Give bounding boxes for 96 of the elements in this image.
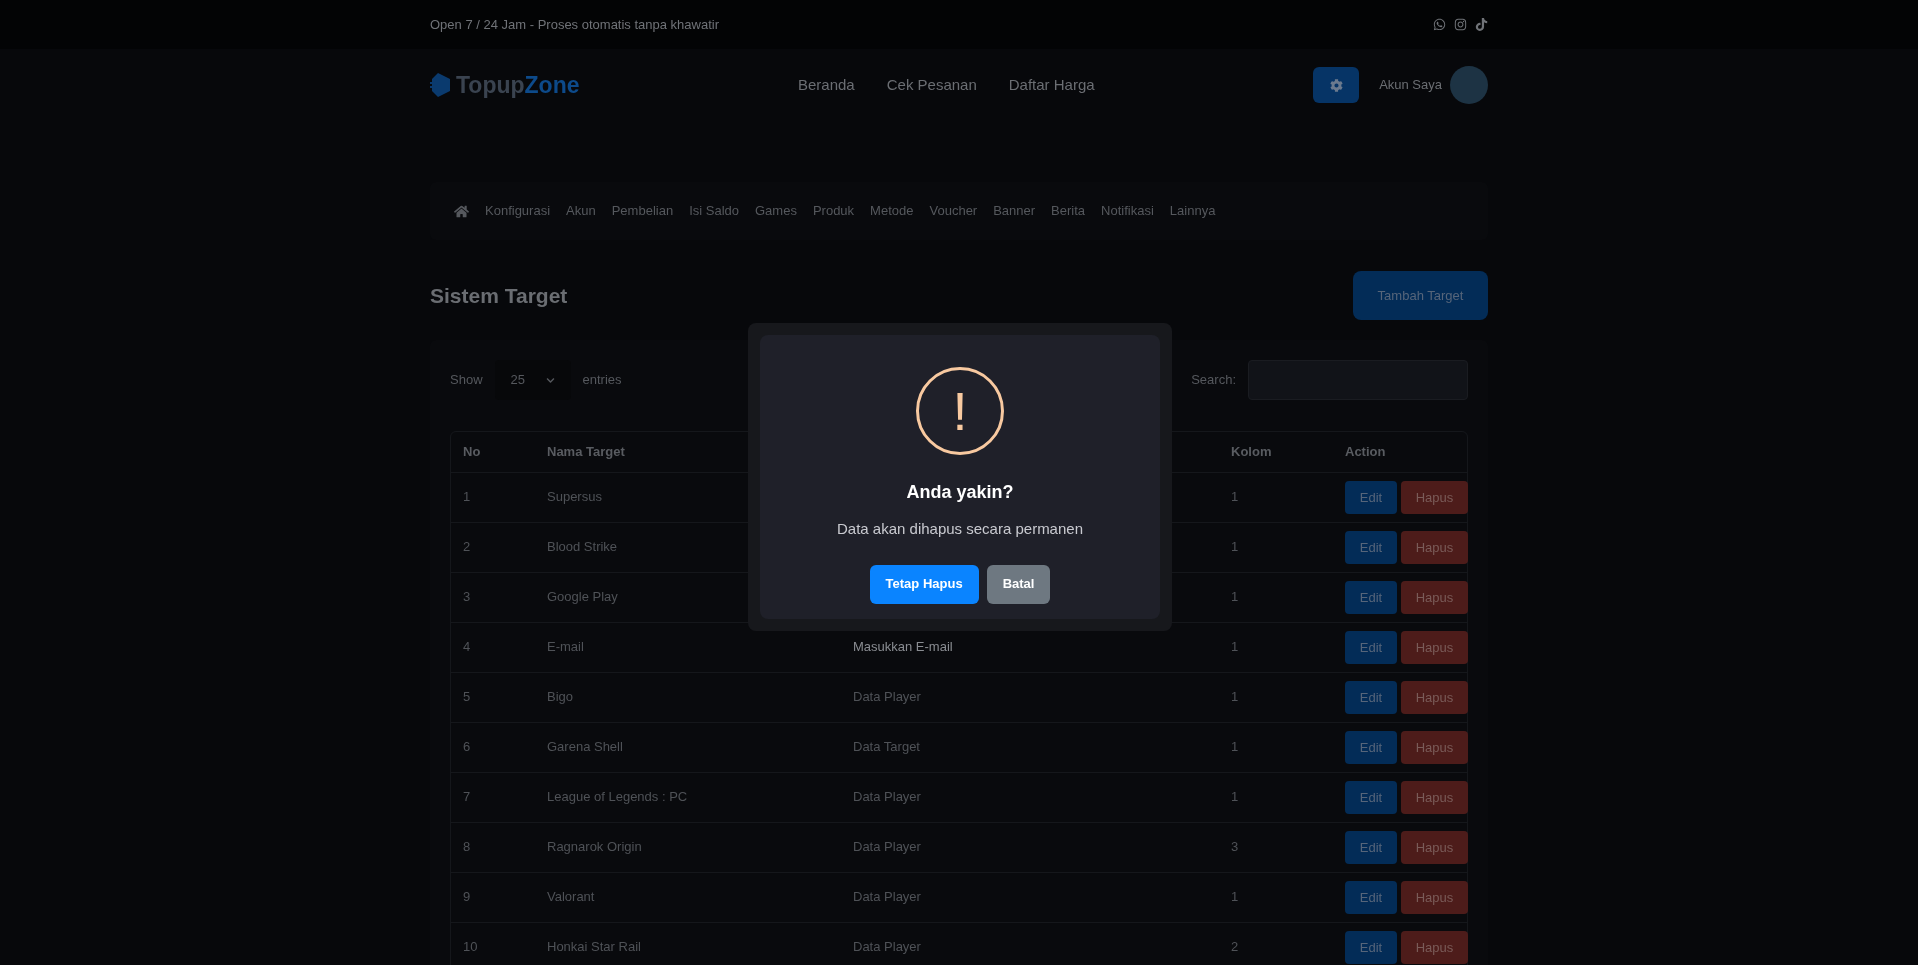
search-label: Search: (1191, 371, 1236, 390)
edit-button[interactable]: Edit (1345, 731, 1397, 764)
table-cell-text: Supersus (547, 488, 603, 506)
nav-link[interactable]: Beranda (798, 73, 855, 97)
admin-menu-item[interactable]: Akun (566, 201, 596, 221)
dialog-message: Data akan dihapus secara permanen (837, 519, 1083, 539)
admin-menu-item[interactable]: Notifikasi (1101, 201, 1154, 221)
announcement-text: Open 7 / 24 Jam - Proses otomatis tanpa khawatir (430, 15, 720, 34)
instagram-icon[interactable] (1454, 18, 1467, 31)
page-title: Sistem Target (430, 282, 568, 309)
table-cell-text: Data Target (853, 738, 921, 756)
table-cell-text: 1 (1231, 638, 1240, 656)
delete-button[interactable]: Hapus (1401, 531, 1468, 564)
table-cell-text: League of Legends : PC (547, 788, 689, 806)
settings-icon (1329, 78, 1343, 92)
edit-button[interactable]: Edit (1345, 781, 1397, 814)
entries-label: entries (582, 371, 622, 390)
table-cell-text: 1 (463, 488, 472, 506)
table-cell-text: Garena Shell (547, 738, 624, 756)
nav-link[interactable]: Cek Pesanan (886, 73, 977, 97)
edit-button[interactable]: Edit (1345, 481, 1397, 514)
delete-button[interactable]: Hapus (1401, 931, 1468, 964)
admin-menu-item[interactable]: Metode (870, 201, 914, 221)
table-cell-text: 9 (463, 888, 472, 906)
delete-button[interactable]: Hapus (1401, 831, 1468, 864)
table-cell-text: Honkai Star Rail (547, 938, 642, 956)
tiktok-icon[interactable] (1475, 18, 1488, 31)
table-cell-text: Data Player (853, 888, 922, 906)
table-cell-text: 3 (1231, 838, 1240, 856)
table-cell-text: 1 (1231, 538, 1240, 556)
table-cell-text: 1 (1231, 738, 1240, 756)
admin-menu-item[interactable]: Lainnya (1169, 201, 1216, 221)
table-cell-text: Valorant (547, 888, 596, 906)
edit-button[interactable]: Edit (1345, 681, 1397, 714)
cancel-button[interactable]: Batal (986, 564, 1051, 604)
add-target-button[interactable]: Tambah Target (1353, 271, 1488, 320)
table-cell-text: 1 (1231, 788, 1240, 806)
table-cell-text: Google Play (547, 588, 619, 606)
table-cell-text: 5 (463, 688, 472, 706)
admin-menu-item[interactable]: Konfigurasi (485, 201, 551, 221)
show-label: Show (450, 371, 483, 390)
admin-menu-item[interactable]: Isi Saldo (689, 201, 739, 221)
table-cell-text: 7 (463, 788, 472, 806)
table-cell-text: Masukkan E-mail (853, 638, 954, 656)
edit-button[interactable]: Edit (1345, 931, 1397, 964)
table-cell-text: Data Player (853, 788, 922, 806)
admin-menu-item[interactable]: Produk (812, 201, 855, 221)
dialog-title: Anda yakin? (906, 481, 1014, 504)
column-header[interactable]: Action (1345, 442, 1455, 462)
admin-menu-item[interactable]: Games (755, 201, 797, 221)
column-header[interactable]: Kolom (1231, 442, 1345, 462)
table-cell-text: E-mail (547, 638, 585, 656)
account-link[interactable]: Akun Saya (1379, 75, 1442, 95)
logo-text[interactable]: TopupZone (456, 67, 580, 103)
chevron-down-icon (545, 375, 555, 385)
table-cell-text: Data Player (853, 938, 922, 956)
table-cell-text: Ragnarok Origin (547, 838, 643, 856)
delete-button[interactable]: Hapus (1401, 731, 1468, 764)
nav-link[interactable]: Daftar Harga (1008, 73, 1095, 97)
confirm-button[interactable]: Tetap Hapus (869, 564, 979, 604)
delete-button[interactable]: Hapus (1401, 881, 1468, 914)
table-cell-text: 3 (463, 588, 472, 606)
table-cell-text: 8 (463, 838, 472, 856)
delete-button[interactable]: Hapus (1401, 631, 1468, 664)
edit-button[interactable]: Edit (1345, 631, 1397, 664)
admin-menu-item[interactable]: Voucher (929, 201, 978, 221)
edit-button[interactable]: Edit (1345, 581, 1397, 614)
edit-button[interactable]: Edit (1345, 881, 1397, 914)
admin-menu-item[interactable]: Banner (993, 201, 1036, 221)
table-cell-text: 1 (1231, 888, 1240, 906)
table-cell-text: 10 (463, 938, 479, 956)
table-cell-text: Data Player (853, 838, 922, 856)
column-header[interactable]: No (463, 442, 547, 462)
table-cell-text: 1 (1231, 588, 1240, 606)
page-size-select[interactable]: 25 (494, 360, 571, 400)
delete-button[interactable]: Hapus (1401, 581, 1468, 614)
settings-button[interactable] (1313, 67, 1360, 103)
table-cell-text: Data Player (853, 688, 922, 706)
table-cell-text: 6 (463, 738, 472, 756)
table-cell-text: 1 (1231, 488, 1240, 506)
table-cell-text: 4 (463, 638, 472, 656)
home-icon[interactable] (454, 203, 469, 219)
table-cell-text: Bigo (547, 688, 575, 706)
warning-icon: ! (916, 367, 1004, 455)
edit-button[interactable]: Edit (1345, 531, 1397, 564)
delete-button[interactable]: Hapus (1401, 681, 1468, 714)
table-cell-text: 2 (463, 538, 472, 556)
edit-button[interactable]: Edit (1345, 831, 1397, 864)
whatsapp-icon[interactable] (1433, 18, 1446, 31)
delete-button[interactable]: Hapus (1401, 481, 1468, 514)
admin-menu-item[interactable]: Berita (1051, 201, 1086, 221)
logo-icon (430, 72, 452, 98)
admin-menu-item[interactable]: Pembelian (611, 201, 674, 221)
table-cell-text: 1 (1231, 688, 1240, 706)
delete-button[interactable]: Hapus (1401, 781, 1468, 814)
table-cell-text: 2 (1231, 938, 1240, 956)
